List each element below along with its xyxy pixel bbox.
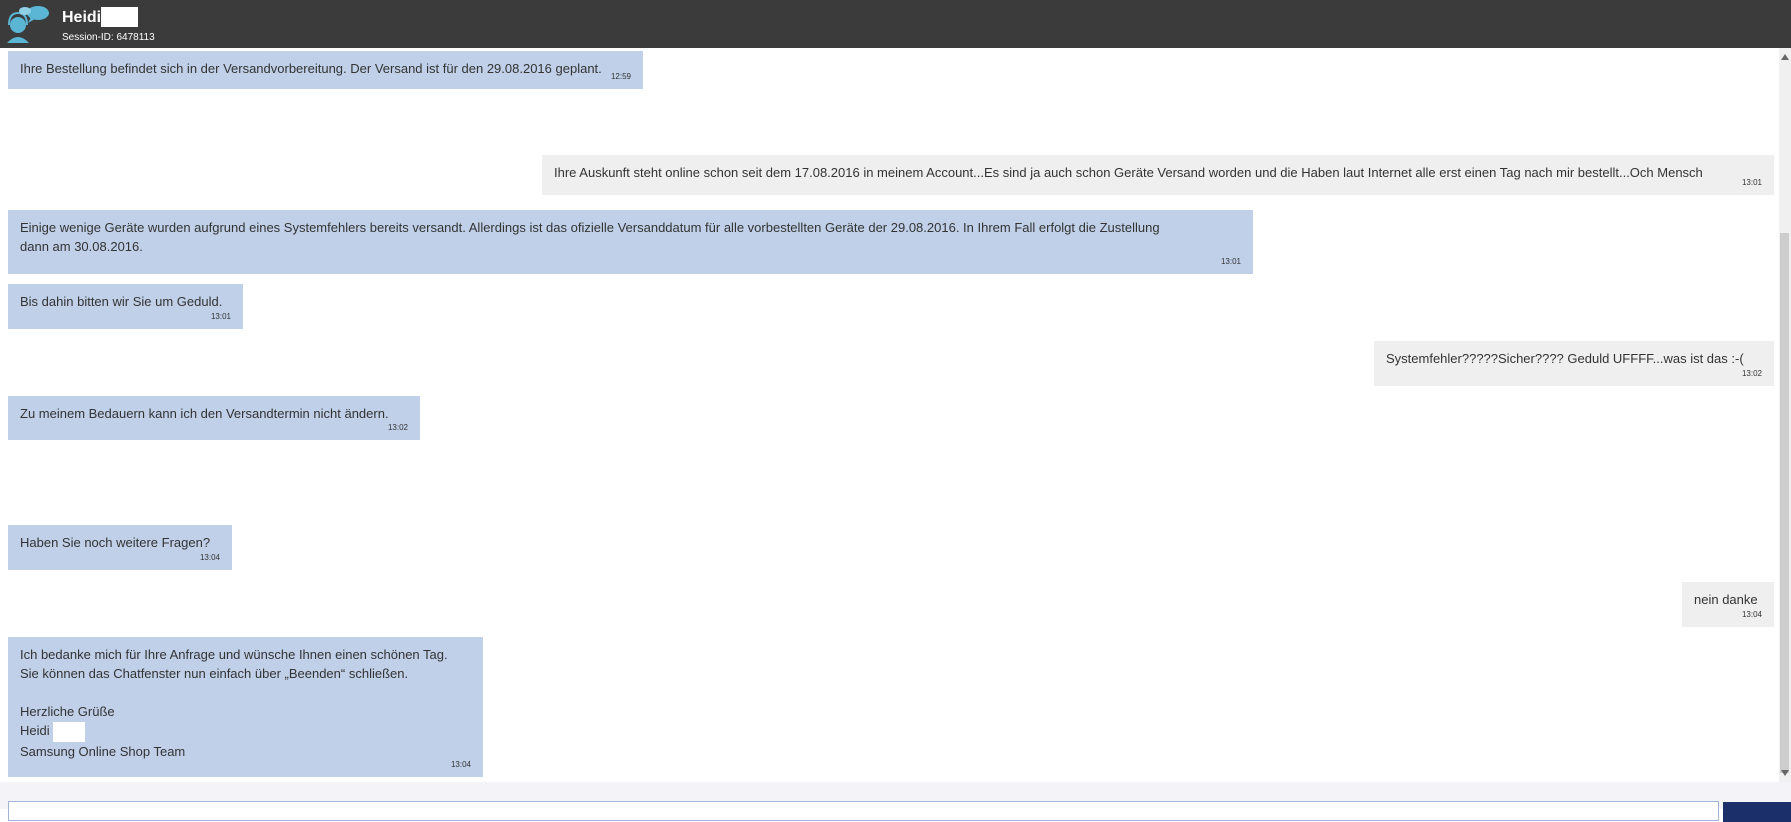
- message-text: Systemfehler?????Sicher???? Geduld UFFFF…: [1386, 351, 1744, 366]
- session-id: Session-ID: 6478113: [62, 32, 155, 43]
- message-text: Heidi: [20, 723, 50, 738]
- message-text: Einige wenige Geräte wurden aufgrund ein…: [20, 220, 1160, 235]
- chat-scrollbar[interactable]: [1779, 48, 1791, 782]
- agent-name: Heidi: [62, 9, 102, 26]
- agent-message: Einige wenige Geräte wurden aufgrund ein…: [8, 210, 1253, 274]
- message-text: [20, 683, 471, 702]
- message-text: Bis dahin bitten wir Sie um Geduld.: [20, 294, 223, 309]
- chat-transcript[interactable]: Ihre Bestellung befindet sich in der Ver…: [0, 48, 1791, 782]
- message-time: 13:02: [387, 423, 408, 432]
- message-text: Ihre Bestellung befindet sich in der Ver…: [20, 61, 602, 76]
- message-text: Ich bedanke mich für Ihre Anfrage und wü…: [20, 647, 448, 662]
- message-time: 13:01: [210, 312, 231, 321]
- agent-message: Zu meinem Bedauern kann ich den Versandt…: [8, 396, 420, 440]
- agent-message: Ich bedanke mich für Ihre Anfrage und wü…: [8, 637, 483, 777]
- message-text: Herzliche Grüße: [20, 704, 115, 719]
- message-text: Haben Sie noch weitere Fragen?: [20, 535, 211, 550]
- message-text-signature: Heidi: [20, 721, 471, 742]
- message-time: 13:02: [1741, 369, 1762, 378]
- user-message: Systemfehler?????Sicher???? Geduld UFFFF…: [1374, 341, 1774, 386]
- scroll-up-icon[interactable]: [1781, 54, 1789, 60]
- agent-avatar-icon: [7, 6, 49, 43]
- redacted-box: [52, 721, 85, 742]
- agent-message: Haben Sie noch weitere Fragen? 13:04: [8, 525, 232, 570]
- message-time: 13:04: [199, 553, 220, 562]
- agent-message: Bis dahin bitten wir Sie um Geduld. 13:0…: [8, 284, 243, 329]
- user-message: Ihre Auskunft steht online schon seit de…: [542, 155, 1774, 195]
- message-text: Zu meinem Bedauern kann ich den Versandt…: [20, 406, 389, 421]
- input-bar: [0, 782, 1791, 822]
- chat-header: Heidi Session-ID: 6478113: [0, 0, 1791, 48]
- message-text: Sie können das Chatfenster nun einfach ü…: [20, 666, 409, 681]
- scrollbar-thumb[interactable]: [1780, 233, 1789, 773]
- agent-message: Ihre Bestellung befindet sich in der Ver…: [8, 51, 643, 89]
- send-button[interactable]: [1723, 802, 1791, 822]
- scroll-down-icon[interactable]: [1781, 770, 1789, 776]
- message-text: Ihre Auskunft steht online schon seit de…: [554, 165, 1703, 180]
- message-text: Samsung Online Shop Team: [20, 743, 186, 759]
- chat-message-input[interactable]: [8, 801, 1719, 821]
- redacted-box: [101, 7, 138, 27]
- message-time: 13:01: [1741, 178, 1762, 187]
- message-time: 13:04: [450, 760, 471, 769]
- user-message: nein danke 13:04: [1682, 582, 1774, 627]
- message-time: 13:01: [1220, 257, 1241, 266]
- message-time: 12:59: [610, 72, 631, 81]
- message-text: dann am 30.08.2016.: [20, 239, 143, 254]
- message-time: 13:04: [1741, 610, 1762, 619]
